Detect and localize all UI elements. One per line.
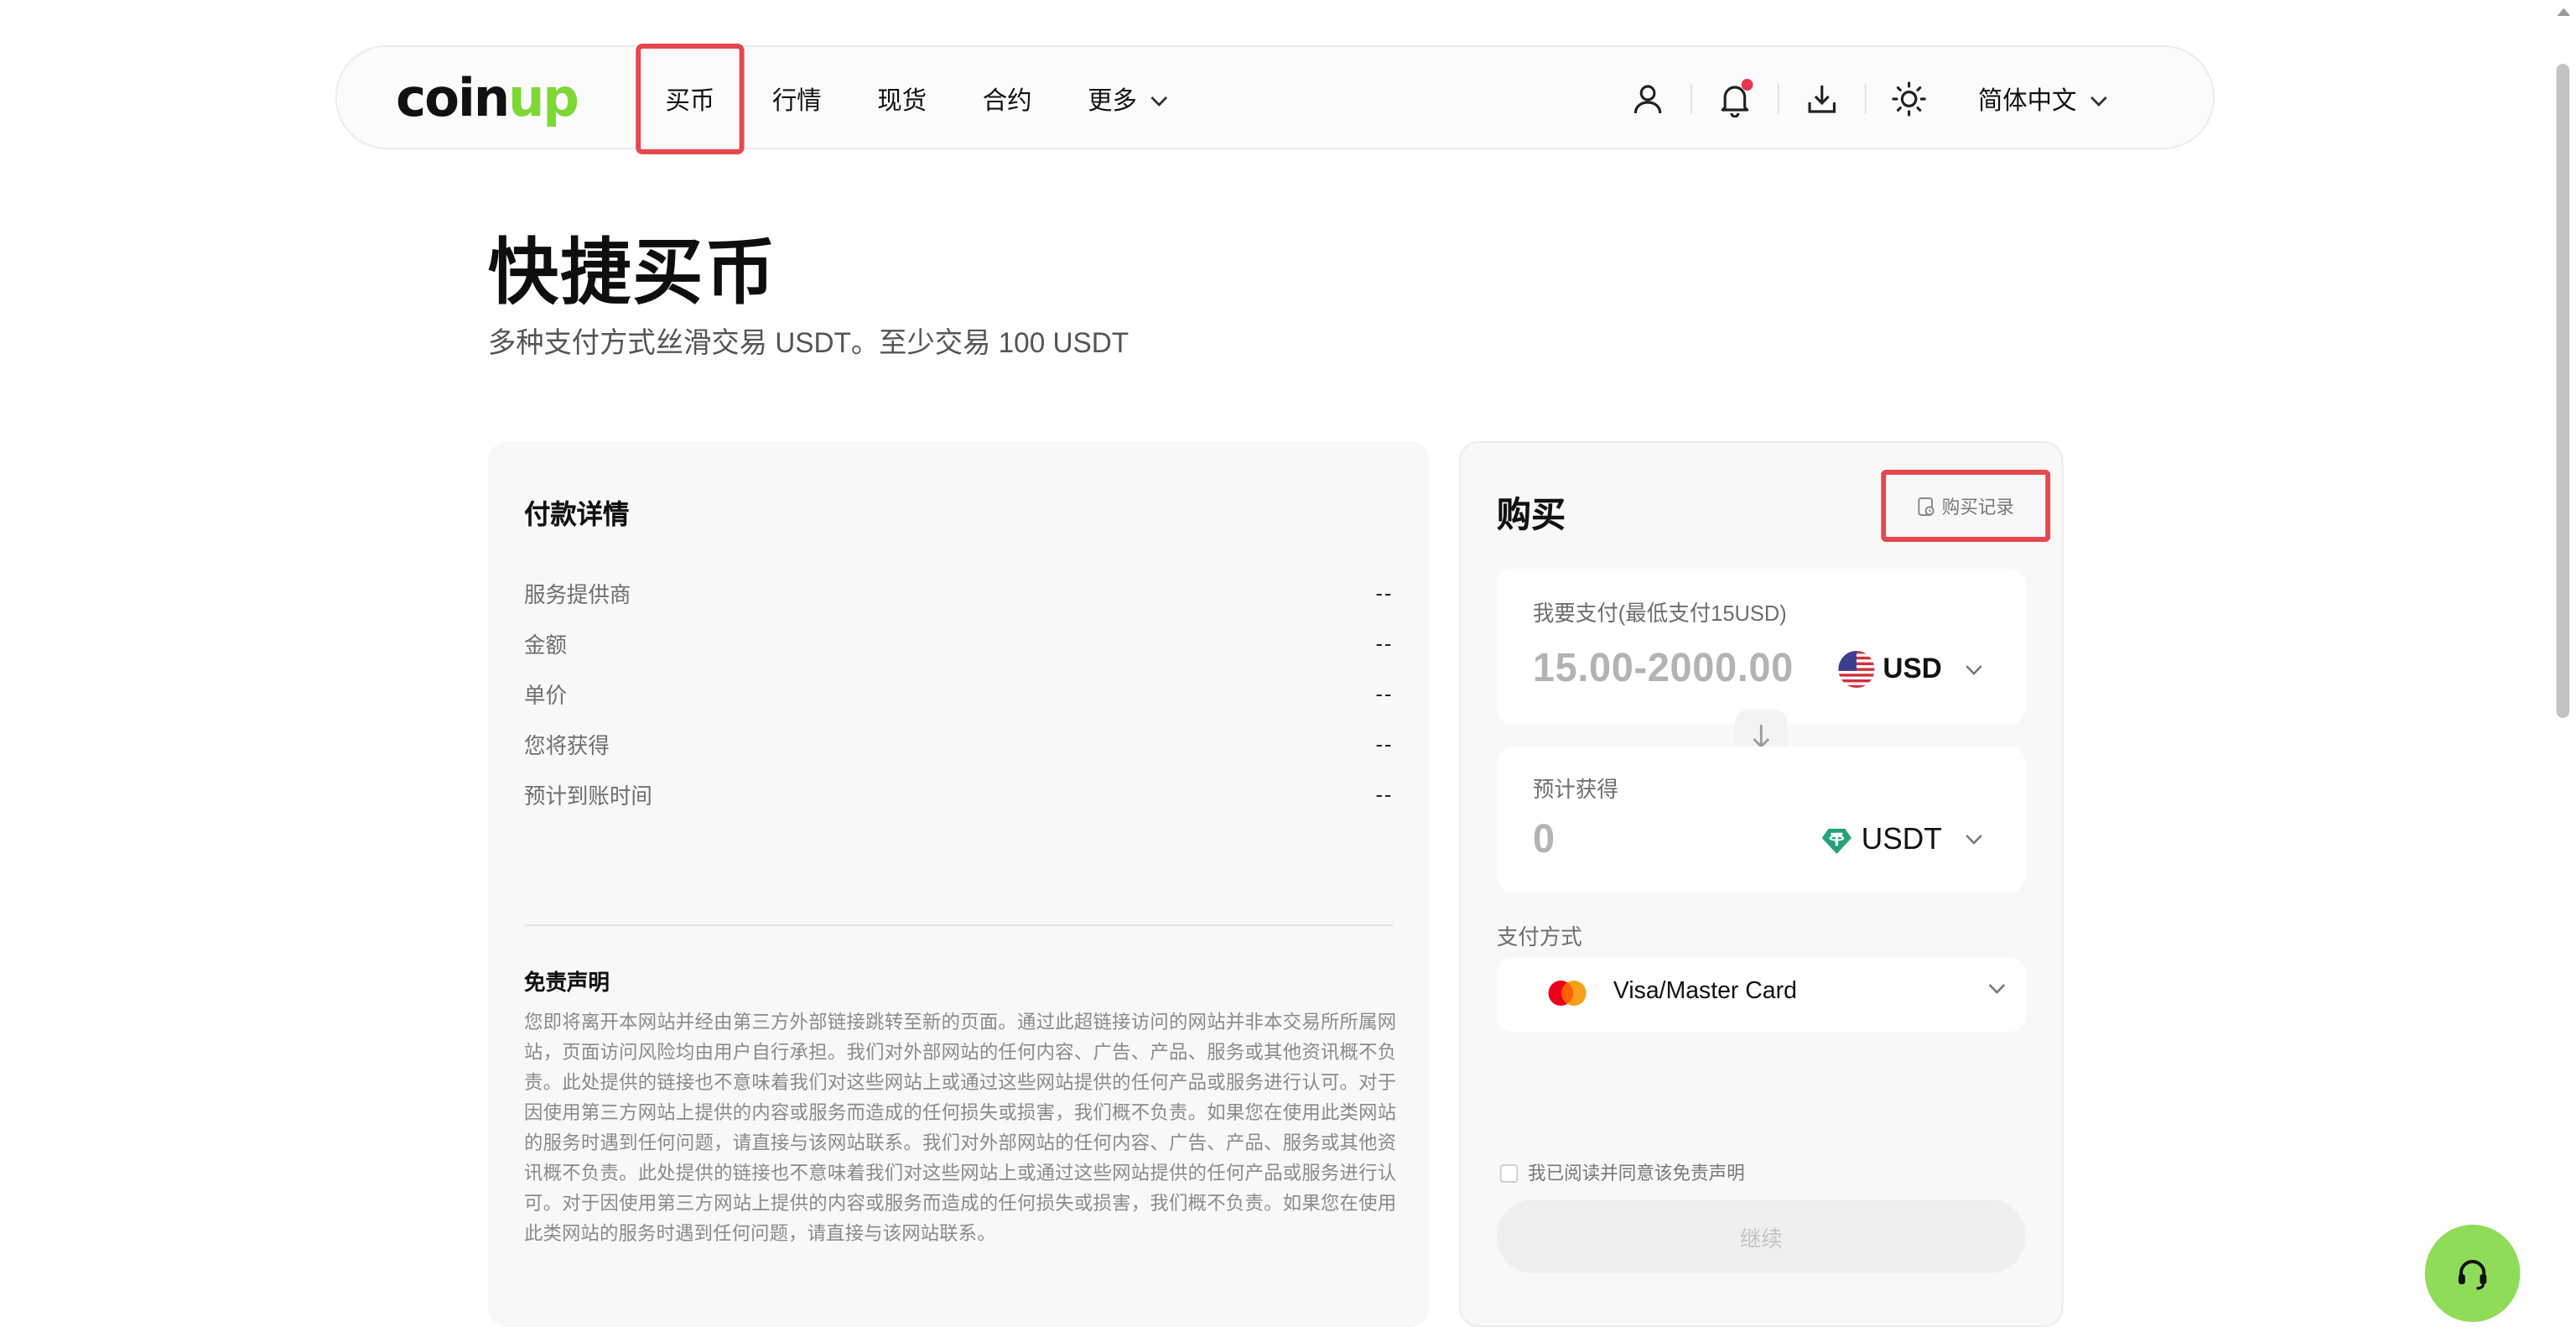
detail-value: -- — [1375, 630, 1394, 655]
receive-amount-box: 预计获得 0 USDT — [1496, 747, 2026, 892]
chevron-down-icon — [1150, 85, 1169, 113]
detail-label: 预计到账时间 — [523, 783, 652, 808]
history-icon — [1917, 496, 1935, 516]
payment-details-title: 付款详情 — [523, 502, 630, 530]
us-flag-icon — [1838, 651, 1875, 688]
continue-button[interactable]: 继续 — [1496, 1200, 2026, 1273]
payment-method-selector[interactable]: Visa/Master Card — [1496, 958, 2026, 1032]
page-title: 快捷买币 — [487, 233, 777, 314]
detail-row-provider: 服务提供商 -- — [524, 567, 1393, 617]
payment-method-value: Visa/Master Card — [1613, 978, 1797, 1005]
language-label: 简体中文 — [1977, 86, 2077, 115]
disclaimer-text: 您即将离开本网站并经由第三方外部链接跳转至新的页面。通过此超链接访问的网站并非本… — [523, 1013, 1397, 1245]
main-nav: 买币 行情 现货 合约 更多 — [636, 44, 1197, 154]
purchase-history-button[interactable]: 购买记录 — [1881, 470, 2051, 542]
detail-row-you-receive: 您将获得 -- — [524, 718, 1393, 768]
nav-item-label: 行情 — [771, 86, 822, 115]
payment-details-card: 付款详情 服务提供商 -- 金额 -- 单价 -- 您将获得 -- 预计到账时间… — [487, 441, 1430, 1327]
chevron-down-icon — [1988, 983, 2007, 995]
detail-row-unit-price: 单价 -- — [524, 668, 1393, 718]
payment-method-label: 支付方式 — [1496, 924, 1582, 950]
detail-row-arrival-time: 预计到账时间 -- — [524, 768, 1393, 819]
nav-item-buy-crypto[interactable]: 买币 — [636, 44, 745, 154]
scrollbar-thumb[interactable] — [2556, 64, 2570, 718]
divider — [1864, 84, 1867, 114]
chevron-down-icon — [2090, 85, 2108, 113]
detail-value: -- — [1375, 731, 1394, 756]
receive-amount-value: 0 — [1532, 817, 1555, 862]
logo-text-coin: coin — [396, 69, 510, 129]
detail-label: 您将获得 — [523, 732, 610, 757]
buy-card: 购买 购买记录 我要支付(最低支付15USD) 15.00-2000.00 US… — [1458, 441, 2064, 1327]
top-nav-bar: coin up 买币 行情 现货 合约 更多 简体中文 — [335, 44, 2215, 154]
logo-text-up: up — [508, 69, 579, 129]
pay-currency-selector[interactable]: USD — [1838, 651, 1983, 688]
chevron-down-icon — [1965, 664, 1983, 675]
page: coin up 买币 行情 现货 合约 更多 简体中文 快捷买币 多种支付方式丝… — [0, 0, 2576, 1327]
receive-currency-code: USDT — [1861, 822, 1942, 856]
header-actions: 简体中文 — [1625, 47, 2108, 151]
nav-item-spot[interactable]: 现货 — [849, 47, 954, 151]
detail-value: -- — [1375, 781, 1394, 806]
download-icon[interactable] — [1799, 75, 1845, 122]
divider — [523, 924, 1394, 926]
notification-dot — [1741, 79, 1753, 91]
detail-row-amount: 金额 -- — [524, 617, 1393, 668]
pay-amount-box: 我要支付(最低支付15USD) 15.00-2000.00 USD — [1496, 569, 2026, 725]
nav-item-label: 更多 — [1088, 86, 1137, 115]
receive-amount-label: 预计获得 — [1532, 777, 1618, 802]
detail-label: 服务提供商 — [523, 581, 631, 606]
nav-item-label: 合约 — [982, 86, 1032, 115]
buy-title: 购买 — [1496, 497, 1566, 535]
disclaimer-title: 免责声明 — [523, 970, 610, 995]
agree-disclaimer-label: 我已阅读并同意该免责声明 — [1528, 1164, 1745, 1184]
chevron-down-icon — [1965, 834, 1983, 846]
divider — [1690, 84, 1692, 114]
pay-amount-label: 我要支付(最低支付15USD) — [1532, 601, 1787, 626]
nav-item-futures[interactable]: 合约 — [954, 47, 1059, 151]
detail-label: 金额 — [523, 632, 567, 657]
detail-value: -- — [1375, 680, 1394, 705]
user-icon[interactable] — [1625, 75, 1671, 122]
headset-icon — [2453, 1253, 2492, 1293]
customer-support-button[interactable] — [2424, 1225, 2521, 1322]
detail-label: 单价 — [523, 682, 567, 707]
tether-icon — [1820, 823, 1853, 856]
nav-item-more[interactable]: 更多 — [1060, 47, 1197, 151]
bell-icon[interactable] — [1711, 75, 1758, 122]
page-subtitle: 多种支付方式丝滑交易 USDT。至少交易 100 USDT — [487, 327, 1130, 359]
pay-amount-input[interactable]: 15.00-2000.00 — [1533, 646, 1794, 693]
agree-disclaimer-checkbox[interactable]: 我已阅读并同意该免责声明 — [1499, 1159, 1745, 1186]
purchase-history-label: 购买记录 — [1941, 497, 2014, 518]
detail-value: -- — [1375, 580, 1394, 605]
scroll-up-arrow-icon[interactable] — [2557, 7, 2572, 17]
nav-item-markets[interactable]: 行情 — [745, 47, 849, 151]
mastercard-icon — [1546, 978, 1589, 1008]
payment-details-list: 服务提供商 -- 金额 -- 单价 -- 您将获得 -- 预计到账时间 -- — [524, 567, 1393, 819]
nav-item-label: 现货 — [877, 86, 927, 115]
theme-sun-icon[interactable] — [1886, 75, 1932, 122]
logo[interactable]: coin up — [396, 69, 579, 129]
pay-currency-code: USD — [1883, 653, 1942, 684]
checkbox[interactable] — [1499, 1163, 1519, 1182]
receive-currency-selector[interactable]: USDT — [1820, 822, 1983, 857]
language-selector[interactable]: 简体中文 — [1978, 81, 2108, 117]
divider — [1777, 84, 1779, 114]
nav-item-label: 买币 — [665, 86, 715, 115]
